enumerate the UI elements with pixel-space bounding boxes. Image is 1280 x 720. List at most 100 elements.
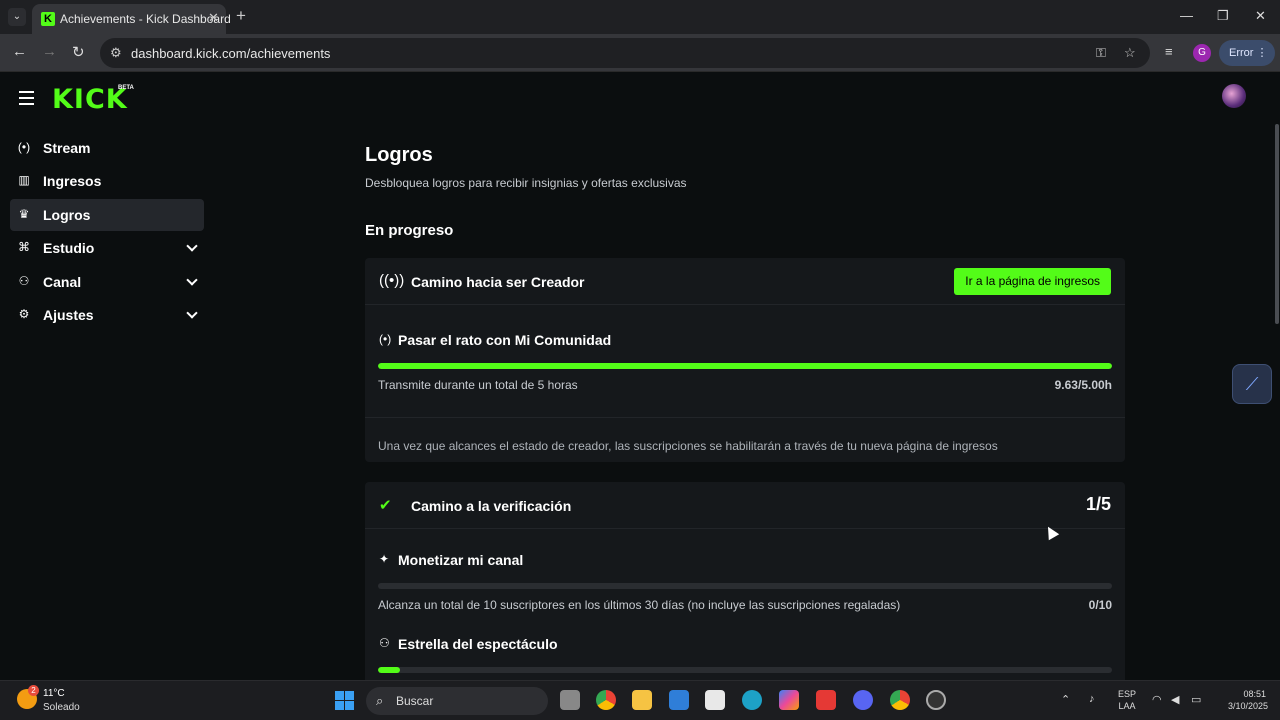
- sidebar-item-ingresos[interactable]: ▥ Ingresos: [10, 165, 204, 197]
- task-title: Estrella del espectáculo: [398, 636, 558, 652]
- achievement-card-creator: ((•)) Camino hacia ser Creador Ir a la p…: [365, 258, 1125, 462]
- progress-bar: [378, 583, 1112, 589]
- progress-bar-fill: [378, 667, 401, 673]
- edge-icon[interactable]: [742, 690, 762, 710]
- site-info-icon[interactable]: ⚙: [110, 45, 122, 61]
- chevron-down-icon[interactable]: [186, 273, 198, 286]
- studio-icon: ⌘: [18, 240, 30, 255]
- sidebar-item-label: Ajustes: [43, 306, 94, 323]
- chrome-icon[interactable]: [596, 690, 616, 710]
- sidebar-item-label: Logros: [43, 206, 91, 223]
- url-text[interactable]: dashboard.kick.com/achievements: [131, 46, 330, 61]
- progress-bar: [378, 363, 1112, 369]
- card-title: Camino a la verificación: [411, 498, 572, 514]
- password-key-icon[interactable]: ⚿: [1096, 45, 1106, 61]
- taskbar-search[interactable]: ⌕ Buscar: [366, 687, 548, 715]
- clock-time: 08:51: [1243, 689, 1266, 699]
- chrome-profile-icon[interactable]: [890, 690, 910, 710]
- task-view-icon[interactable]: [560, 690, 580, 710]
- battery-icon[interactable]: ▭: [1191, 693, 1201, 706]
- extension-float-icon[interactable]: ⟋: [1232, 364, 1272, 404]
- tray-chevron-icon[interactable]: ⌃: [1061, 693, 1070, 706]
- sidebar-item-stream[interactable]: (•) Stream: [10, 132, 204, 164]
- reload-icon[interactable]: ↻: [72, 43, 85, 61]
- search-icon: ⌕: [376, 693, 384, 708]
- volume-icon[interactable]: ◀: [1171, 693, 1179, 706]
- windows-taskbar: 2 11°C Soleado ⌕ Buscar ⌃ ♪ ESP LAA ◠ ◀ …: [0, 680, 1280, 720]
- scrollbar[interactable]: [1275, 124, 1279, 324]
- weather-badge: 2: [28, 685, 39, 696]
- vs-code-icon[interactable]: [669, 690, 689, 710]
- card-progress-fraction: 1/5: [1085, 494, 1111, 514]
- back-icon[interactable]: ←: [12, 43, 27, 60]
- lang-line1: ESP: [1118, 689, 1137, 699]
- address-bar[interactable]: ⚙ dashboard.kick.com/achievements ⚿ ☆: [100, 38, 1150, 68]
- achievement-card-verification: ✔ Camino a la verificación 1/5 ✦ Monetiz…: [365, 482, 1125, 680]
- card-note: Una vez que alcances el estado de creado…: [378, 439, 998, 453]
- kick-dashboard: KICK BETA (•) Stream ▥ Ingresos ♛ Logros…: [0, 72, 1280, 680]
- section-title: En progreso: [365, 222, 454, 239]
- restore-icon[interactable]: ❐: [1217, 8, 1229, 24]
- task-title: Pasar el rato con Mi Comunidad: [398, 332, 612, 348]
- progress-bar-fill: [378, 363, 1112, 369]
- file-explorer-icon[interactable]: [632, 690, 652, 710]
- browser-toolbar: ← → ↻ ⚙ dashboard.kick.com/achievements …: [0, 34, 1280, 72]
- error-button[interactable]: Error ⋮: [1219, 40, 1275, 66]
- lang-line2: LAA: [1118, 701, 1136, 711]
- go-to-revenue-button[interactable]: Ir a la página de ingresos: [954, 268, 1111, 295]
- minimize-icon[interactable]: —: [1180, 8, 1193, 23]
- tab-close-icon[interactable]: ✕: [208, 10, 219, 26]
- trophy-icon: ♛: [18, 206, 30, 221]
- task-progress-value: 9.63/5.00h: [1054, 378, 1112, 392]
- sparkle-icon: ✦: [379, 552, 390, 566]
- reading-list-icon[interactable]: ≡: [1165, 44, 1173, 59]
- page-title: Logros: [365, 144, 433, 166]
- chevron-down-icon[interactable]: [186, 240, 198, 252]
- clock[interactable]: 08:51 3/10/2025: [1228, 688, 1269, 712]
- wps-icon[interactable]: [816, 690, 836, 710]
- sidebar-item-ajustes[interactable]: ⚙ Ajustes: [10, 299, 204, 331]
- sidebar-item-label: Canal: [43, 273, 82, 290]
- users-icon: ⚇: [379, 636, 390, 650]
- tab-search-dropdown[interactable]: ⌄: [8, 8, 26, 26]
- menu-icon[interactable]: [19, 91, 34, 109]
- tab-title: Achievements - Kick Dashboard: [60, 12, 231, 26]
- task-title: Monetizar mi canal: [398, 552, 524, 568]
- copilot-icon[interactable]: [779, 690, 799, 710]
- sidebar-item-logros[interactable]: ♛ Logros: [10, 198, 204, 231]
- language-indicator[interactable]: ESP LAA: [1118, 688, 1136, 712]
- card-header: ✔ Camino a la verificación 1/5: [365, 482, 1125, 529]
- page-subtitle: Desbloquea logros para recibir insignias…: [365, 176, 687, 190]
- forward-icon[interactable]: →: [42, 43, 57, 60]
- new-tab-button[interactable]: +: [236, 6, 246, 26]
- kick-favicon-icon: K: [41, 12, 55, 26]
- sidebar-item-estudio[interactable]: ⌘ Estudio: [10, 232, 204, 264]
- profile-avatar[interactable]: G: [1193, 44, 1211, 62]
- store-icon[interactable]: [705, 690, 725, 710]
- discord-icon[interactable]: [853, 690, 873, 710]
- weather-condition[interactable]: Soleado: [43, 702, 80, 713]
- browser-tab[interactable]: K Achievements - Kick Dashboard ✕: [32, 4, 231, 34]
- task-progress-value: 0/10: [1088, 598, 1112, 612]
- clock-date: 3/10/2025: [1228, 701, 1269, 711]
- sidebar-nav: (•) Stream ▥ Ingresos ♛ Logros ⌘ Estudio…: [10, 132, 204, 332]
- error-label: Error: [1229, 47, 1254, 59]
- beta-badge: BETA: [118, 85, 134, 91]
- gear-icon: ⚙: [18, 306, 30, 321]
- start-button[interactable]: [335, 691, 354, 710]
- app-icon[interactable]: [926, 690, 946, 710]
- sidebar-item-canal[interactable]: ⚇ Canal: [10, 266, 204, 298]
- user-avatar[interactable]: [1222, 84, 1246, 108]
- chevron-down-icon[interactable]: [186, 307, 198, 319]
- wifi-icon[interactable]: ◠: [1152, 693, 1162, 706]
- task-description: Alcanza un total de 10 suscriptores en l…: [378, 598, 901, 612]
- weather-temp[interactable]: 11°C: [43, 688, 65, 699]
- window-close-icon[interactable]: ✕: [1255, 8, 1266, 24]
- progress-bar: [378, 667, 1112, 673]
- broadcast-icon: ((•)): [379, 272, 405, 289]
- card-header: ((•)) Camino hacia ser Creador Ir a la p…: [365, 258, 1125, 305]
- kick-logo[interactable]: KICK: [52, 84, 128, 115]
- channel-icon: ⚇: [18, 273, 30, 288]
- microphone-icon[interactable]: ♪: [1089, 693, 1095, 705]
- bookmark-star-icon[interactable]: ☆: [1124, 45, 1136, 61]
